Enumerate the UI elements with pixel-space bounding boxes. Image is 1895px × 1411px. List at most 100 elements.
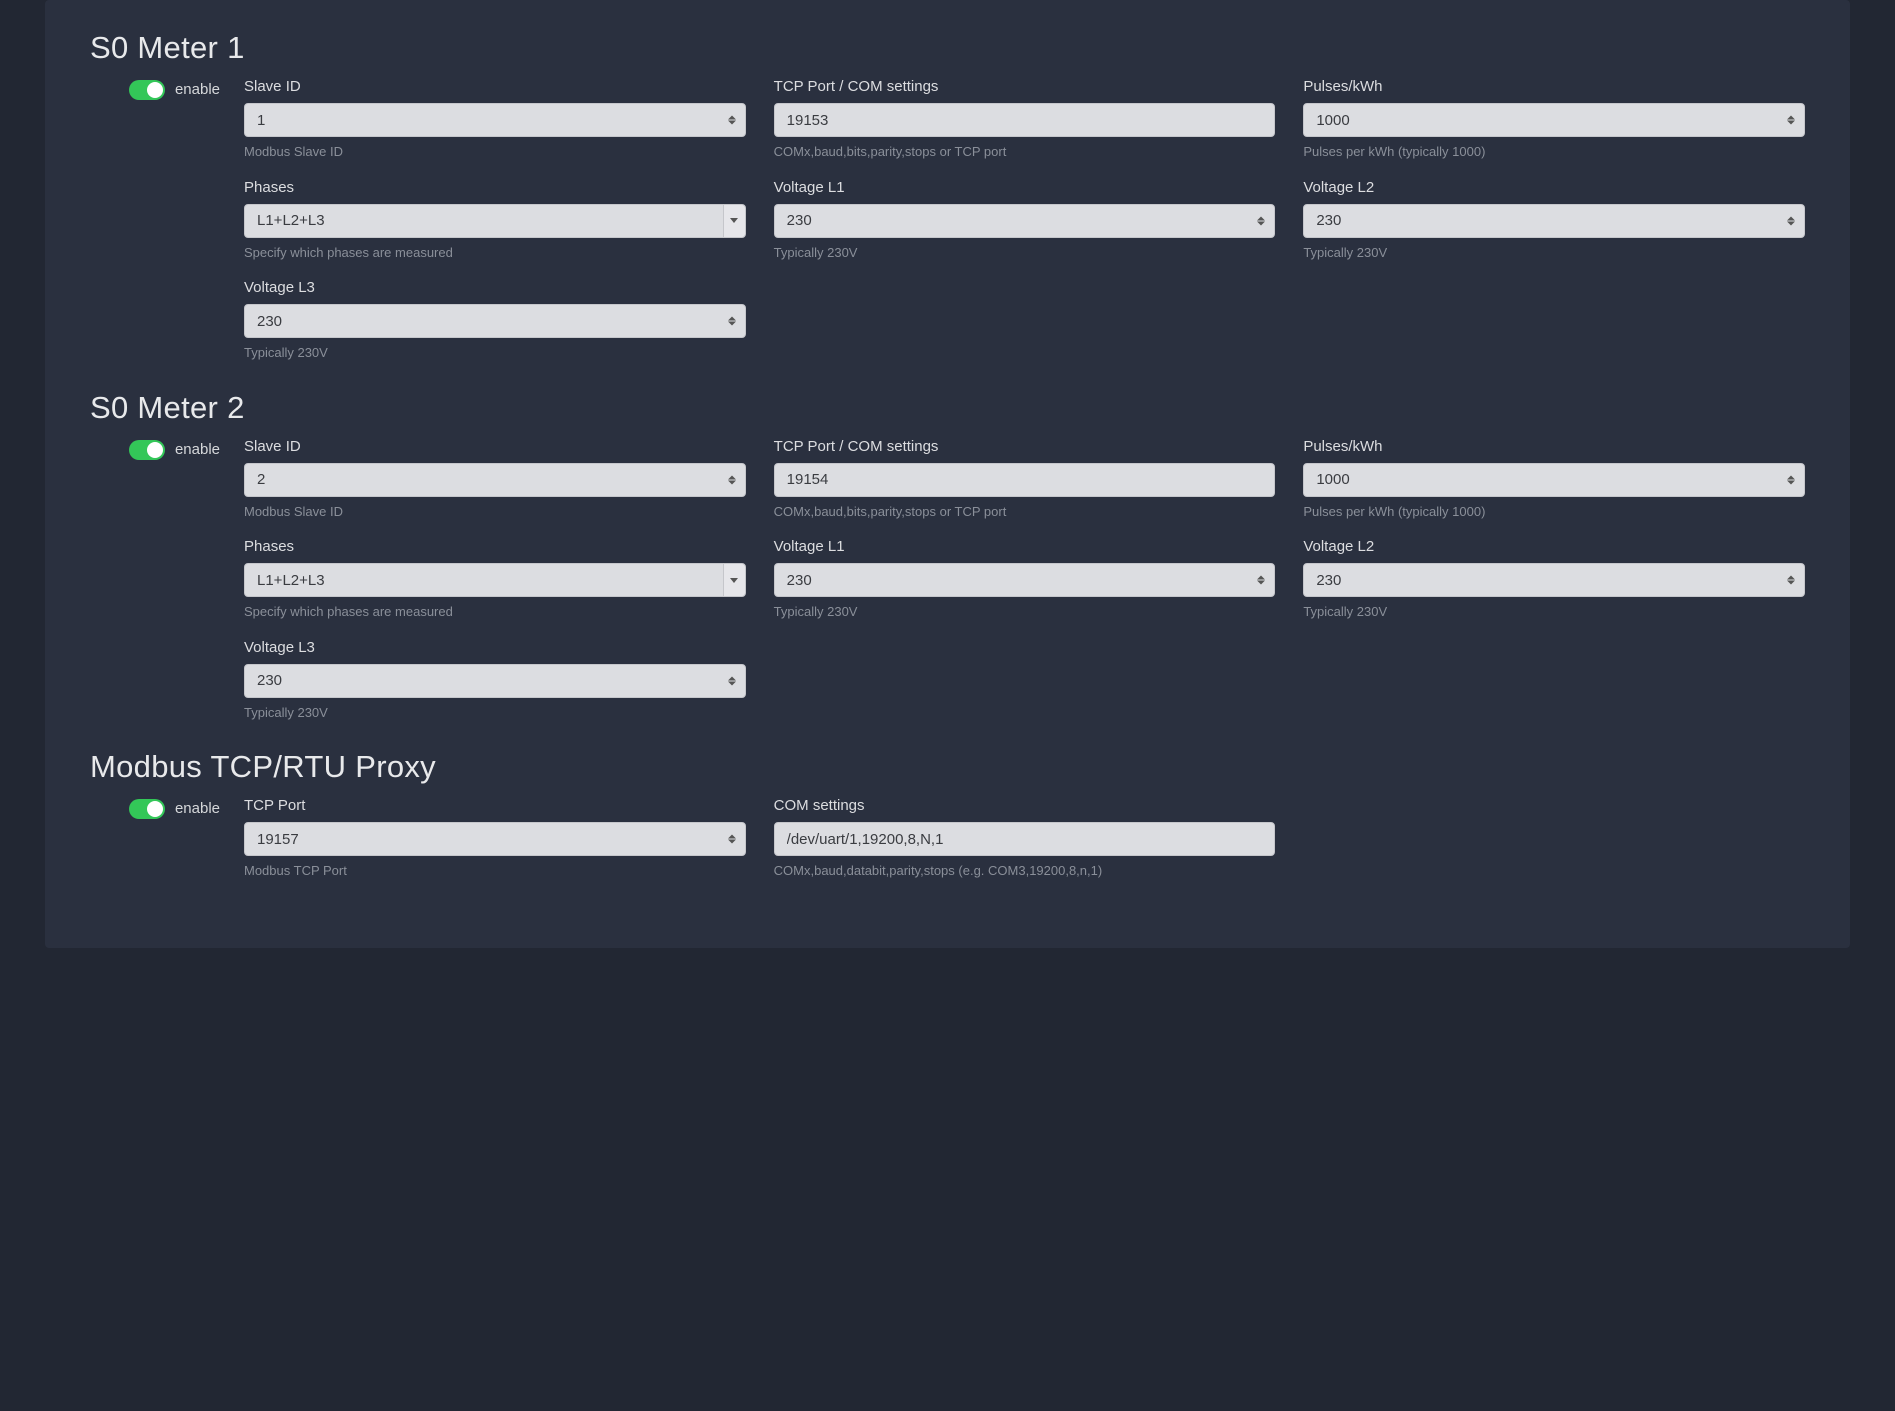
voltage-l3-input[interactable] [244,304,746,338]
field-voltage-l2: Voltage L2 Typically 230V [1303,179,1805,262]
field-label: Voltage L3 [244,279,746,296]
tcp-port-value[interactable] [257,831,733,848]
voltage-l1-input[interactable] [774,204,1276,238]
phases-value: L1+L2+L3 [257,572,733,589]
voltage-l2-value[interactable] [1316,212,1792,229]
field-label: Voltage L3 [244,639,746,656]
voltage-l3-value[interactable] [257,672,733,689]
field-help: COMx,baud,bits,parity,stops or TCP port [774,503,1276,521]
field-help: Typically 230V [244,344,746,362]
slave-id-value[interactable] [257,471,733,488]
tcp-com-input[interactable] [774,103,1276,137]
field-label: TCP Port [244,797,746,814]
com-settings-value[interactable] [787,831,1263,848]
field-voltage-l1: Voltage L1 Typically 230V [774,179,1276,262]
enable-toggle[interactable] [129,80,165,100]
enable-column: enable [90,797,220,880]
voltage-l2-input[interactable] [1303,563,1805,597]
field-help: COMx,baud,bits,parity,stops or TCP port [774,143,1276,161]
field-label: Voltage L2 [1303,179,1805,196]
section-modbus-proxy: Modbus TCP/RTU Proxy enable TCP Port Mod… [90,749,1805,880]
number-spinner-icon[interactable] [1254,216,1268,225]
field-help: Specify which phases are measured [244,244,746,262]
phases-value: L1+L2+L3 [257,212,733,229]
chevron-down-icon[interactable] [723,205,745,237]
field-help: Pulses per kWh (typically 1000) [1303,143,1805,161]
field-label: Pulses/kWh [1303,438,1805,455]
field-help: Modbus TCP Port [244,862,746,880]
enable-column: enable [90,78,220,362]
number-spinner-icon[interactable] [1784,216,1798,225]
field-help: COMx,baud,databit,parity,stops (e.g. COM… [774,862,1276,880]
tcp-port-input[interactable] [244,822,746,856]
field-label: Voltage L2 [1303,538,1805,555]
com-settings-input[interactable] [774,822,1276,856]
number-spinner-icon[interactable] [725,835,739,844]
field-slave-id: Slave ID Modbus Slave ID [244,78,746,161]
slave-id-input[interactable] [244,103,746,137]
number-spinner-icon[interactable] [725,676,739,685]
section-title: S0 Meter 2 [90,390,1805,426]
chevron-down-icon[interactable] [723,564,745,596]
field-empty [1303,797,1805,880]
field-phases: Phases L1+L2+L3 Specify which phases are… [244,538,746,621]
enable-label: enable [175,440,220,460]
field-help: Modbus Slave ID [244,143,746,161]
field-voltage-l3: Voltage L3 Typically 230V [244,279,746,362]
number-spinner-icon[interactable] [1254,576,1268,585]
enable-column: enable [90,438,220,722]
section-title: Modbus TCP/RTU Proxy [90,749,1805,785]
number-spinner-icon[interactable] [1784,116,1798,125]
field-phases: Phases L1+L2+L3 Specify which phases are… [244,179,746,262]
number-spinner-icon[interactable] [725,116,739,125]
field-help: Specify which phases are measured [244,603,746,621]
tcp-com-input[interactable] [774,463,1276,497]
field-voltage-l3: Voltage L3 Typically 230V [244,639,746,722]
field-label: Slave ID [244,78,746,95]
tcp-com-value[interactable] [787,112,1263,129]
section-title: S0 Meter 1 [90,30,1805,66]
field-label: TCP Port / COM settings [774,438,1276,455]
enable-toggle[interactable] [129,440,165,460]
field-help: Typically 230V [1303,244,1805,262]
slave-id-input[interactable] [244,463,746,497]
field-help: Typically 230V [774,603,1276,621]
tcp-com-value[interactable] [787,471,1263,488]
pulses-input[interactable] [1303,463,1805,497]
field-label: Slave ID [244,438,746,455]
section-s0-meter-1: S0 Meter 1 enable Slave ID Modbus Slave … [90,30,1805,362]
voltage-l3-value[interactable] [257,313,733,330]
field-pulses: Pulses/kWh Pulses per kWh (typically 100… [1303,78,1805,161]
field-com-settings: COM settings COMx,baud,databit,parity,st… [774,797,1276,880]
field-label: Voltage L1 [774,179,1276,196]
voltage-l1-input[interactable] [774,563,1276,597]
field-label: Voltage L1 [774,538,1276,555]
voltage-l2-value[interactable] [1316,572,1792,589]
field-help: Modbus Slave ID [244,503,746,521]
field-tcp-port: TCP Port Modbus TCP Port [244,797,746,880]
phases-select[interactable]: L1+L2+L3 [244,563,746,597]
slave-id-value[interactable] [257,112,733,129]
number-spinner-icon[interactable] [1784,475,1798,484]
number-spinner-icon[interactable] [725,317,739,326]
phases-select[interactable]: L1+L2+L3 [244,204,746,238]
section-s0-meter-2: S0 Meter 2 enable Slave ID Modbus Slave … [90,390,1805,722]
pulses-value[interactable] [1316,471,1792,488]
field-voltage-l1: Voltage L1 Typically 230V [774,538,1276,621]
number-spinner-icon[interactable] [725,475,739,484]
enable-toggle[interactable] [129,799,165,819]
field-label: TCP Port / COM settings [774,78,1276,95]
field-help: Pulses per kWh (typically 1000) [1303,503,1805,521]
field-tcp-com: TCP Port / COM settings COMx,baud,bits,p… [774,438,1276,521]
field-label: Phases [244,538,746,555]
field-help: Typically 230V [244,704,746,722]
voltage-l1-value[interactable] [787,572,1263,589]
voltage-l2-input[interactable] [1303,204,1805,238]
number-spinner-icon[interactable] [1784,576,1798,585]
voltage-l1-value[interactable] [787,212,1263,229]
field-label: Phases [244,179,746,196]
pulses-input[interactable] [1303,103,1805,137]
voltage-l3-input[interactable] [244,664,746,698]
pulses-value[interactable] [1316,112,1792,129]
field-help: Typically 230V [774,244,1276,262]
